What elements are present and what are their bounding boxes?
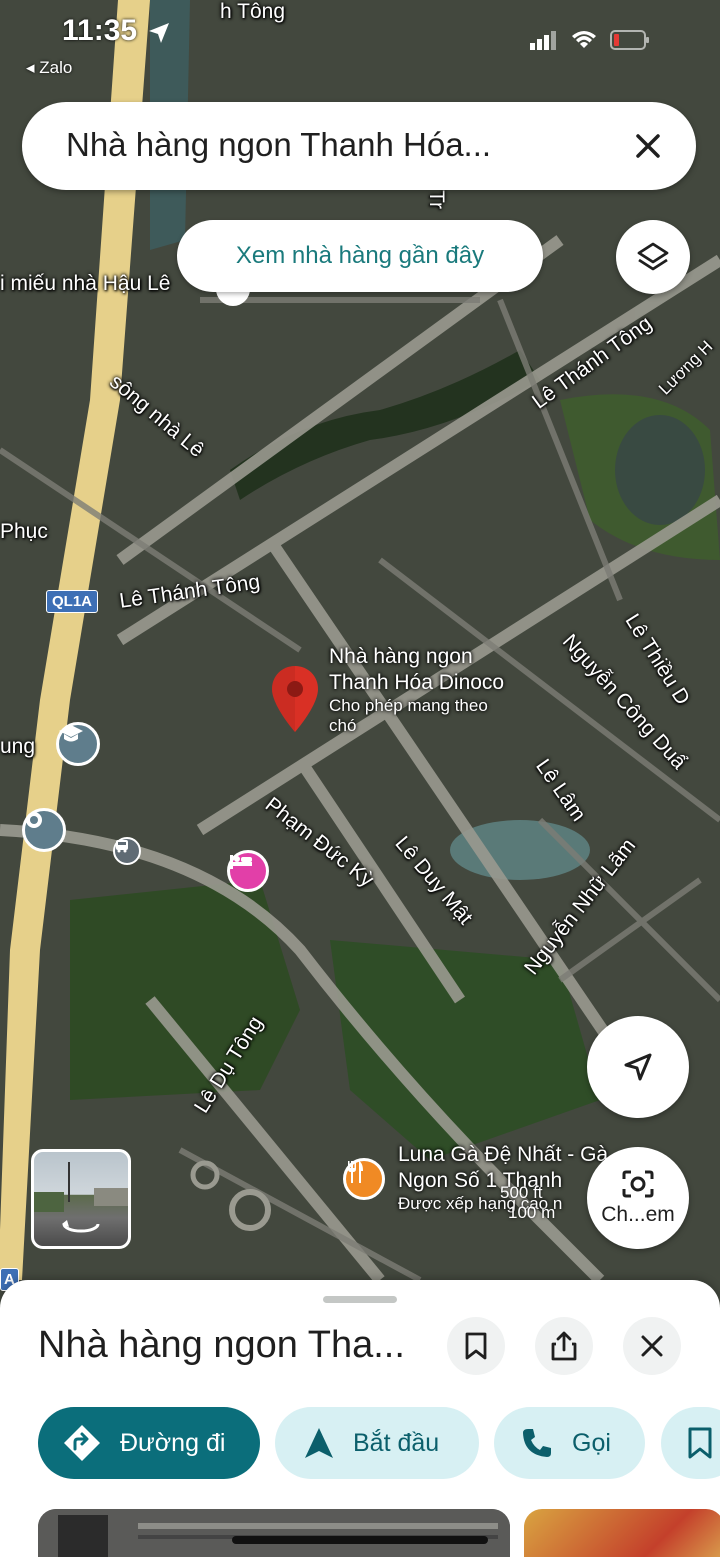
directions-button[interactable]: Đường đi xyxy=(38,1407,260,1479)
selected-place-note-1: Cho phép mang theo xyxy=(329,696,488,715)
status-time: 11:35 xyxy=(62,14,138,47)
bookmark-icon xyxy=(465,1332,487,1360)
save-button[interactable] xyxy=(447,1317,505,1375)
call-label: Gọi xyxy=(572,1428,611,1457)
school-icon xyxy=(59,725,83,742)
place-bottom-sheet[interactable]: Nhà hàng ngon Tha... Đường đi Bắt đầu Gọ… xyxy=(0,1280,720,1557)
chip-label: Xem nhà hàng gần đây xyxy=(235,242,485,269)
share-icon xyxy=(551,1331,577,1361)
map-pin-icon xyxy=(272,666,318,732)
home-indicator xyxy=(232,1536,488,1544)
phone-icon xyxy=(520,1426,554,1460)
place-photo[interactable] xyxy=(38,1509,510,1557)
highway-badge: QL1A xyxy=(46,590,99,613)
camera-search-button[interactable]: Ch...em xyxy=(587,1147,689,1249)
status-icons xyxy=(530,30,650,50)
directions-label: Đường đi xyxy=(120,1428,226,1457)
selected-place-note-2: chó xyxy=(329,716,357,735)
layers-button[interactable] xyxy=(616,220,690,294)
camera-button-label: Ch...em xyxy=(601,1203,675,1226)
scale-imperial: 500 ft xyxy=(500,1183,543,1202)
search-bar[interactable]: Nhà hàng ngon Thanh Hóa... xyxy=(22,102,696,190)
wifi-icon xyxy=(572,31,596,48)
selected-place-name-2: Thanh Hóa Dinoco xyxy=(329,671,505,694)
camera-icon xyxy=(622,1170,654,1198)
photo-imagery xyxy=(38,1509,510,1557)
street-view-thumbnail[interactable] xyxy=(31,1149,131,1249)
map-label-street: ung xyxy=(0,735,36,758)
bed-icon xyxy=(230,855,252,869)
share-button[interactable] xyxy=(535,1317,593,1375)
map-label-street: Phục xyxy=(0,520,48,543)
navigation-arrow-icon xyxy=(624,1053,652,1081)
status-bar: 11:35 ◂ Zalo xyxy=(0,0,720,80)
place-title: Nhà hàng ngon Tha... xyxy=(38,1324,405,1366)
layers-icon xyxy=(637,242,669,271)
nearby-restaurants-chip[interactable]: Xem nhà hàng gần đây xyxy=(177,220,543,292)
selected-place-pin[interactable] xyxy=(272,666,318,732)
back-to-app-link[interactable]: ◂ Zalo xyxy=(26,58,72,78)
directions-icon xyxy=(62,1423,102,1463)
clear-search-button[interactable] xyxy=(624,122,672,170)
start-navigation-icon xyxy=(303,1426,335,1460)
selected-place-label[interactable]: Nhà hàng ngon Thanh Hóa Dinoco Cho phép … xyxy=(329,644,504,736)
sheet-drag-handle[interactable] xyxy=(323,1296,397,1303)
location-arrow-icon xyxy=(149,23,169,43)
scale-metric: 100 m xyxy=(508,1203,556,1222)
map-label-landmark: i miếu nhà Hậu Lê xyxy=(0,272,171,295)
start-button[interactable]: Bắt đầu xyxy=(275,1407,479,1479)
photo-strip[interactable] xyxy=(0,1509,720,1557)
close-icon xyxy=(641,1335,663,1357)
school-marker[interactable] xyxy=(56,722,100,766)
restaurant-icon xyxy=(348,1161,363,1183)
restaurant-marker[interactable] xyxy=(343,1158,385,1200)
call-button[interactable]: Gọi xyxy=(494,1407,645,1479)
bus-stop-marker[interactable] xyxy=(113,837,141,865)
other-place-name-1: Luna Gà Đệ Nhất - Gà xyxy=(398,1143,609,1166)
selected-place-name-1: Nhà hàng ngon xyxy=(329,645,473,668)
hotel-marker[interactable] xyxy=(227,850,269,892)
start-label: Bắt đầu xyxy=(353,1428,440,1457)
battery-icon xyxy=(610,30,649,50)
action-buttons-row: Đường đi Bắt đầu Gọi xyxy=(38,1407,720,1479)
close-icon xyxy=(636,134,660,158)
search-query[interactable]: Nhà hàng ngon Thanh Hóa... xyxy=(66,126,491,164)
bus-icon xyxy=(116,840,128,853)
back-app-label: Zalo xyxy=(39,58,73,77)
map-label-street: Tr xyxy=(425,190,448,210)
my-location-button[interactable] xyxy=(587,1016,689,1118)
place-marker[interactable] xyxy=(22,808,66,852)
close-sheet-button[interactable] xyxy=(623,1317,681,1375)
street-view-imagery xyxy=(34,1162,128,1233)
map-scale: 500 ft 100 m xyxy=(400,1183,555,1223)
place-icon xyxy=(26,812,42,828)
bookmark-icon xyxy=(687,1427,713,1459)
food-photo[interactable] xyxy=(524,1509,720,1557)
save-pill-button[interactable] xyxy=(661,1407,720,1479)
signal-icon xyxy=(530,31,556,50)
